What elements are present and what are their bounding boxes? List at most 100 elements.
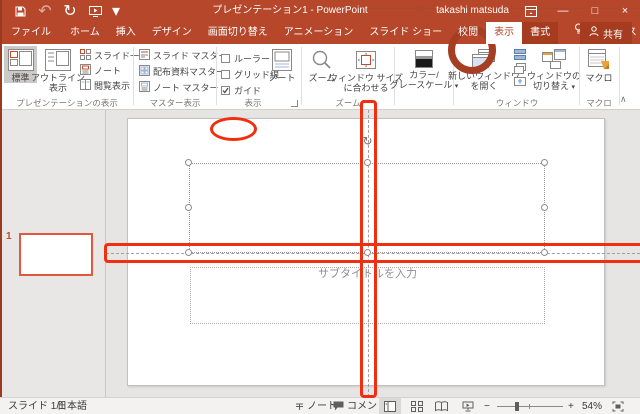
selection-handle-top-right[interactable] [541, 159, 548, 166]
tab-insert[interactable]: 挿入 [108, 22, 144, 44]
zoom-slider-thumb[interactable] [515, 402, 519, 411]
title-bar: ↶ ↻ ▾ プレゼンテーション1 - PowerPoint takashi ma… [0, 0, 640, 22]
slide-sorter-button[interactable]: スライド一覧 [80, 49, 148, 62]
status-normal-view-button[interactable] [379, 398, 401, 414]
macro-label: マクロ [585, 73, 612, 83]
color-grayscale-label-1: カラー/ [409, 70, 439, 80]
tab-home[interactable]: ホーム [62, 22, 108, 44]
outline-view-button[interactable]: アウトライン表示 [39, 46, 77, 93]
slide-sorter-icon [411, 401, 423, 412]
color-grayscale-button[interactable]: カラー/グレースケール ▾ [398, 46, 450, 92]
group-label-show: 表示 [218, 97, 288, 109]
notes-master-button[interactable]: ノート マスター [139, 81, 219, 94]
ribbon-display-options-icon[interactable] [518, 0, 544, 22]
selection-handle-top-left[interactable] [185, 159, 192, 166]
normal-view-label: 標準 [11, 73, 29, 83]
checkbox-unchecked-icon [221, 54, 230, 63]
outline-view-icon [45, 49, 71, 71]
switch-windows-button[interactable]: ウィンドウの切り替え ▾ [531, 46, 577, 93]
zoom-slider-track[interactable] [497, 406, 563, 407]
slide-master-button[interactable]: スライド マスター [139, 49, 228, 62]
start-slideshow-icon[interactable] [87, 3, 103, 19]
notes-master-label: ノート マスター [153, 81, 219, 94]
switch-windows-label-1: ウィンドウの [527, 71, 581, 81]
checkbox-unchecked-icon [221, 70, 230, 79]
group-label-zoom: ズーム [306, 97, 390, 109]
notes-label: ノート [268, 73, 295, 83]
checkbox-checked-icon [221, 86, 230, 95]
person-icon [589, 26, 599, 40]
ribbon-tab-row: ファイル ホーム 挿入 デザイン 画面切り替え アニメーション スライド ショー… [0, 22, 640, 44]
redo-icon[interactable]: ↻ [62, 3, 78, 19]
notes-page-icon [80, 64, 91, 77]
dropdown-arrow-icon: ▾ [572, 84, 576, 91]
quick-access-toolbar: ↶ ↻ ▾ [12, 0, 120, 22]
handout-master-icon [139, 65, 150, 78]
group-label-macro: マクロ [580, 97, 618, 109]
tab-animations[interactable]: アニメーション [276, 22, 362, 44]
annotation-circle-guides [210, 117, 257, 141]
normal-view-icon [384, 401, 396, 412]
tab-design[interactable]: デザイン [144, 22, 200, 44]
ruler-label: ルーラー [234, 52, 270, 65]
powerpoint-window: ↶ ↻ ▾ プレゼンテーション1 - PowerPoint takashi ma… [0, 0, 640, 414]
selection-handle-middle-right[interactable] [541, 204, 548, 211]
save-icon[interactable] [12, 3, 28, 19]
outline-view-label-1: アウトライン [31, 73, 85, 83]
zoom-slider-midpoint [529, 404, 530, 409]
arrange-all-button[interactable] [514, 49, 526, 62]
tab-view[interactable]: 表示 [486, 22, 522, 44]
status-slide-sorter-button[interactable] [406, 398, 428, 414]
cascade-windows-button[interactable] [514, 63, 526, 76]
reading-view-label: 閲覧表示 [94, 79, 130, 92]
macro-button[interactable]: マクロ [582, 46, 616, 83]
guides-checkbox[interactable]: ガイド [221, 84, 261, 97]
status-slideshow-button[interactable] [457, 398, 479, 414]
tab-file[interactable]: ファイル [0, 22, 62, 44]
zoom-in-button[interactable]: + [568, 398, 574, 414]
dialog-launcher-icon[interactable] [291, 100, 298, 107]
window-title: プレゼンテーション1 - PowerPoint [180, 0, 400, 22]
tab-transitions[interactable]: 画面切り替え [200, 22, 276, 44]
notes-toggle[interactable]: ノート [295, 398, 337, 414]
status-bar: スライド 1/1 日本語 ノート コメント − + 54% [0, 397, 640, 414]
selection-handle-middle-left[interactable] [185, 204, 192, 211]
group-label-master-views: マスター表示 [136, 97, 214, 109]
zoom-icon [311, 49, 333, 71]
annotation-box-horizontal-guide [104, 243, 640, 263]
notes-button[interactable]: ノート [266, 46, 298, 83]
minimize-button[interactable]: — [550, 0, 576, 22]
zoom-level[interactable]: 54% [582, 398, 602, 414]
slide-master-icon [139, 49, 150, 62]
tab-slideshow[interactable]: スライド ショー [361, 22, 450, 44]
language-indicator[interactable]: 日本語 [57, 398, 87, 414]
fit-slide-to-window-button[interactable] [606, 398, 630, 414]
collapse-ribbon-icon[interactable]: ∧ [620, 94, 627, 105]
maximize-button[interactable]: □ [582, 0, 608, 22]
zoom-out-button[interactable]: − [484, 398, 490, 414]
slide-thumbnail-number: 1 [6, 231, 12, 242]
share-button[interactable]: 共有 [580, 22, 632, 44]
slide-thumbnail[interactable] [19, 233, 93, 276]
tab-format[interactable]: 書式 [522, 22, 558, 44]
close-button[interactable]: × [612, 0, 638, 22]
fit-to-window-button[interactable]: ウィンドウ サイズに合わせる [340, 46, 392, 93]
signed-in-user[interactable]: takashi matsuda [430, 0, 515, 22]
notes-page-button[interactable]: ノート [80, 64, 121, 77]
slide-sorter-icon [80, 49, 91, 62]
share-label: 共有 [603, 26, 623, 41]
undo-icon[interactable]: ↶ [37, 3, 53, 19]
handout-master-button[interactable]: 配布資料マスター [139, 65, 225, 78]
status-reading-view-button[interactable] [430, 398, 452, 414]
customize-qat-icon[interactable]: ▾ [112, 3, 120, 19]
cascade-windows-icon [514, 63, 526, 76]
reading-view-button[interactable]: 閲覧表示 [80, 79, 130, 92]
ruler-checkbox[interactable]: ルーラー [221, 52, 270, 65]
slide-thumbnail-panel: 1 [0, 110, 105, 397]
ribbon: 標準 アウトライン表示 スライド一覧 ノート 閲覧表示 プレゼンテーションの表示… [0, 44, 640, 110]
reading-view-icon [80, 79, 91, 92]
color-grayscale-icon [415, 50, 433, 68]
move-split-button[interactable] [514, 77, 526, 90]
tab-review[interactable]: 校閲 [450, 22, 486, 44]
notes-page-label: ノート [94, 64, 121, 77]
